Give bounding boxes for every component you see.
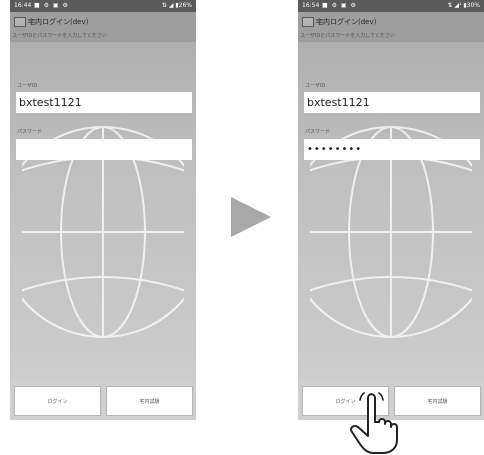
status-indicators: ⇅ ◢ ▮26% xyxy=(161,2,192,9)
password-label: パスワード xyxy=(17,129,43,135)
tap-hand-icon xyxy=(350,392,398,454)
status-time: 16:44 xyxy=(14,2,32,9)
phone-screen-after: 16:54 ■ ⚙ ▣ ⚙ ⇅ ◢¹ ▮30% 宅内ログイン(dev) ユーザI… xyxy=(298,0,484,420)
notification-icons: ■ ⚙ ▣ ⚙ xyxy=(322,2,357,9)
instruction-text: ユーザIDとパスワードを入力してください xyxy=(12,33,107,39)
password-label: パスワード xyxy=(305,129,331,135)
notification-icons: ■ ⚙ ▣ ⚙ xyxy=(34,2,69,9)
user-id-input[interactable]: bxtest1121 xyxy=(16,92,192,113)
user-id-input[interactable]: bxtest1121 xyxy=(304,92,480,113)
demo-test-button[interactable]: 宅内試験 xyxy=(106,386,193,416)
app-icon xyxy=(302,17,314,27)
phone-screen-before: 16:44 ■ ⚙ ▣ ⚙ ⇅ ◢ ▮26% 宅内ログイン(dev) ユーザID… xyxy=(10,0,196,420)
status-bar: 16:54 ■ ⚙ ▣ ⚙ ⇅ ◢¹ ▮30% xyxy=(298,0,484,12)
app-icon xyxy=(14,17,26,27)
app-title: 宅内ログイン(dev) xyxy=(28,18,89,26)
app-title: 宅内ログイン(dev) xyxy=(316,18,377,26)
user-id-label: ユーザID xyxy=(17,83,38,89)
instruction-text: ユーザIDとパスワードを入力してください xyxy=(300,33,395,39)
status-time: 16:54 xyxy=(302,2,320,9)
next-arrow-icon xyxy=(231,197,271,237)
user-id-label: ユーザID xyxy=(305,83,326,89)
status-bar: 16:44 ■ ⚙ ▣ ⚙ ⇅ ◢ ▮26% xyxy=(10,0,196,12)
status-indicators: ⇅ ◢¹ ▮30% xyxy=(447,2,481,9)
password-input[interactable]: •••••••• xyxy=(304,139,480,160)
password-input[interactable] xyxy=(16,139,192,160)
demo-test-button[interactable]: 宅内試験 xyxy=(394,386,481,416)
login-button[interactable]: ログイン xyxy=(14,386,101,416)
